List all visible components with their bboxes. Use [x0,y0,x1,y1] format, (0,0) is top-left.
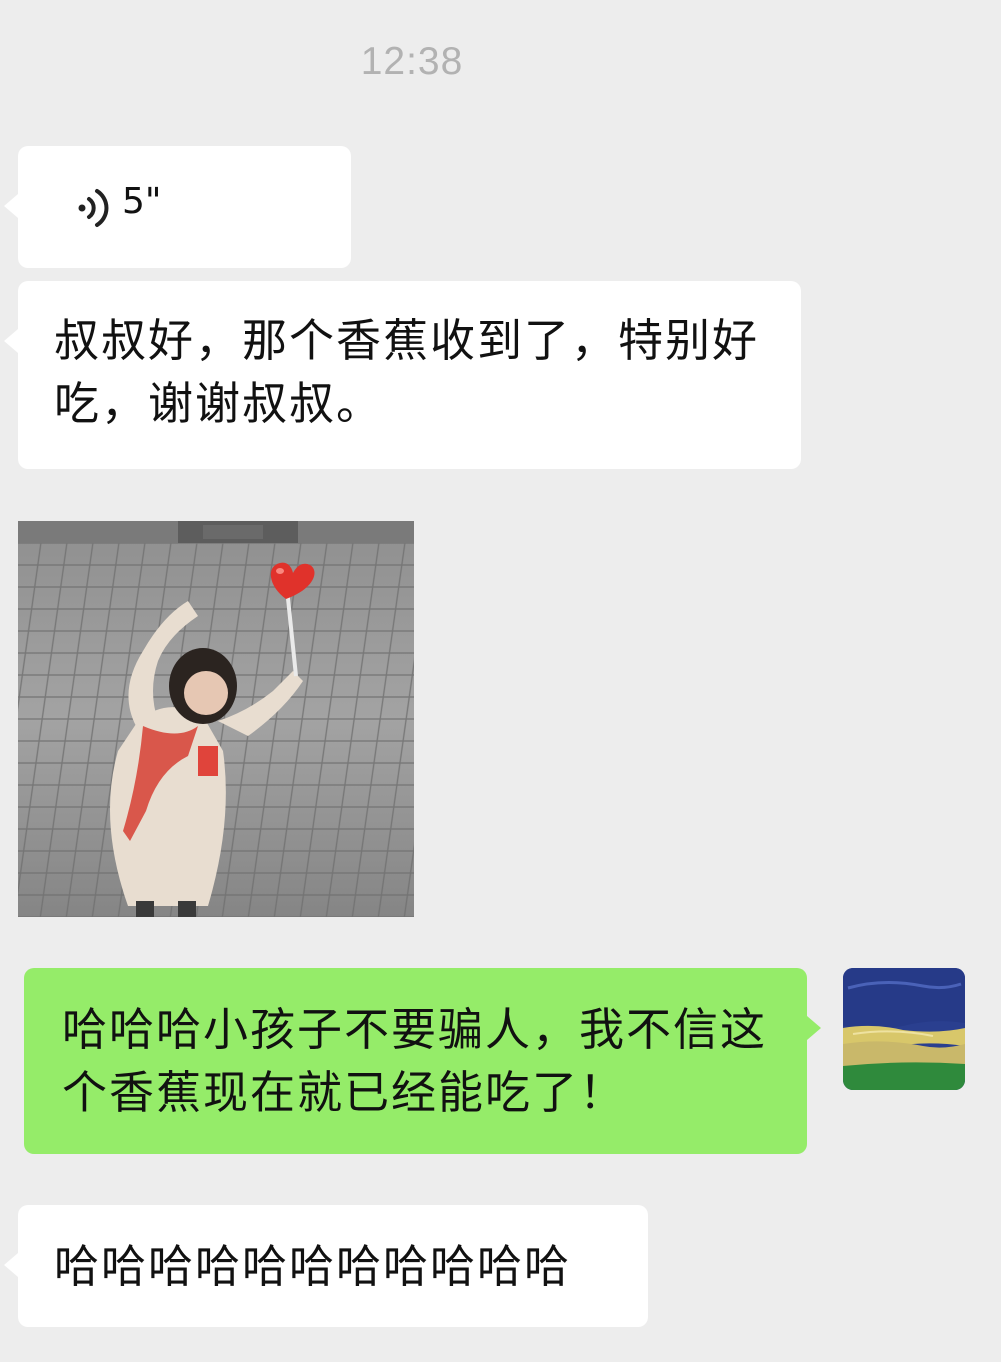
chat-timestamp: 12:38 [360,40,464,83]
photo-child-with-heart [18,521,414,917]
user-avatar[interactable] [843,968,965,1090]
image-message[interactable] [18,521,414,917]
message-text: 哈哈哈小孩子不要骗人，我不信这个香蕉现在就已经能吃了！ [62,1003,768,1119]
incoming-text-message[interactable]: 叔叔好，那个香蕉收到了，特别好吃，谢谢叔叔。 [4,281,801,469]
voice-message-bubble[interactable] [4,146,351,268]
message-text: 哈哈哈哈哈哈哈哈哈哈哈 [54,1239,572,1293]
avatar-painting [843,968,965,1090]
incoming-text-message[interactable]: 哈哈哈哈哈哈哈哈哈哈哈 [4,1205,648,1327]
outgoing-text-message[interactable]: 哈哈哈小孩子不要骗人，我不信这个香蕉现在就已经能吃了！ [24,968,821,1154]
voice-wave-icon [78,189,109,227]
message-text: 叔叔好，那个香蕉收到了，特别好吃，谢谢叔叔。 [54,314,760,430]
voice-duration: 5" [122,181,162,222]
